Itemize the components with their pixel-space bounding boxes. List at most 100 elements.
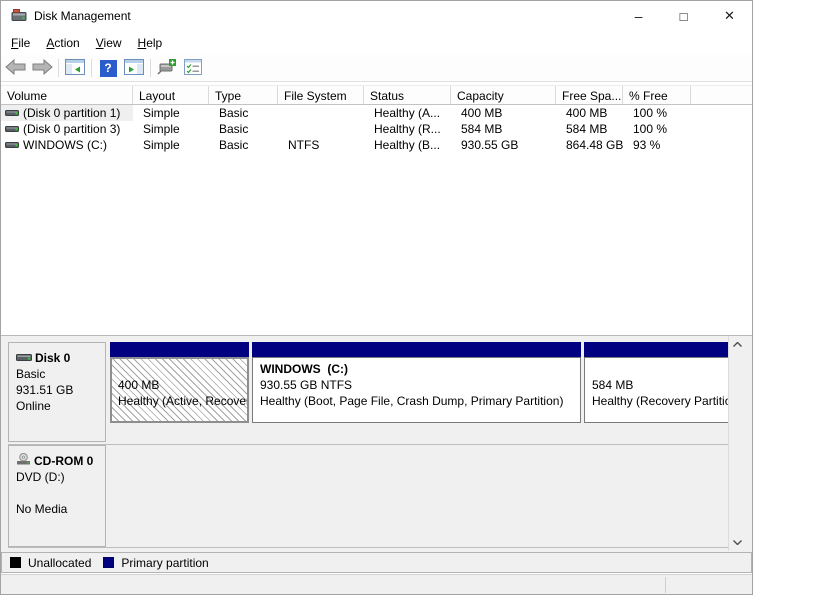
partition-size: 584 MB (592, 377, 733, 393)
vertical-scrollbar[interactable] (728, 336, 745, 551)
type-cell: Basic (209, 122, 278, 136)
column-header-percent-free[interactable]: % Free (623, 86, 691, 104)
help-button[interactable]: ? (95, 57, 121, 79)
disk-size: 931.51 GB (16, 382, 105, 398)
partition-size: 400 MB (118, 377, 247, 393)
volume-cell: (Disk 0 partition 3) (1, 121, 133, 137)
partition-health: Healthy (Recovery Partition) (592, 393, 733, 409)
toolbar-separator (150, 59, 151, 77)
graphical-view: Disk 0 Basic 931.51 GB Online 400 MB Hea… (1, 335, 752, 552)
column-header-free-space[interactable]: Free Spa... (556, 86, 623, 104)
checklist-icon (184, 59, 202, 78)
disk-row-divider (8, 547, 735, 548)
close-button[interactable]: ✕ (707, 1, 752, 31)
type-cell: Basic (209, 106, 278, 120)
partition-health: Healthy (Active, Recovery Partition) (118, 393, 247, 409)
cdrom-status: No Media (16, 501, 105, 517)
capacity-cell: 400 MB (451, 106, 556, 120)
volume-list-header: Volume Layout Type File System Status Ca… (1, 85, 752, 105)
percent-free-cell: 100 % (623, 106, 691, 120)
volume-name: (Disk 0 partition 3) (23, 122, 120, 136)
disk0-info-panel[interactable]: Disk 0 Basic 931.51 GB Online (8, 342, 106, 442)
type-cell: Basic (209, 138, 278, 152)
disk-status: Online (16, 398, 105, 414)
properties-button[interactable] (180, 57, 206, 79)
back-button[interactable] (3, 57, 29, 79)
column-header-layout[interactable]: Layout (133, 86, 209, 104)
partition-title: WINDOWS (C:) (260, 361, 580, 377)
free-space-cell: 400 MB (556, 106, 623, 120)
primary-partition-swatch (103, 557, 114, 568)
menubar: File Action View Help (1, 31, 752, 55)
partition-size: 930.55 GB NTFS (260, 377, 580, 393)
partition-block-windows-c[interactable]: WINDOWS (C:) 930.55 GB NTFS Healthy (Boo… (252, 342, 581, 423)
percent-free-cell: 93 % (623, 138, 691, 152)
primary-partition-bar (252, 342, 581, 357)
cdrom0-info-panel[interactable]: CD-ROM 0 DVD (D:) No Media (8, 445, 106, 547)
toolbar-separator (91, 59, 92, 77)
toolbar: ? (1, 55, 752, 82)
menu-help[interactable]: Help (130, 33, 171, 53)
menu-file[interactable]: File (3, 33, 38, 53)
scroll-up-arrow[interactable] (729, 336, 745, 353)
disk-icon (16, 350, 32, 366)
volume-row-disk0-partition3[interactable]: (Disk 0 partition 3) Simple Basic Health… (1, 121, 752, 137)
disk-type: Basic (16, 366, 105, 382)
partition-block-3[interactable]: 584 MB Healthy (Recovery Partition) (584, 342, 734, 423)
column-header-file-system[interactable]: File System (278, 86, 364, 104)
console-tree-icon (65, 59, 85, 78)
column-header-volume[interactable]: Volume (1, 86, 133, 104)
disk-management-window: Disk Management – □ ✕ File Action View H… (0, 0, 753, 595)
partition-title (118, 361, 247, 377)
cdrom-type: DVD (D:) (16, 469, 105, 485)
free-space-cell: 584 MB (556, 122, 623, 136)
volume-row-disk0-partition1[interactable]: (Disk 0 partition 1) Simple Basic Health… (1, 105, 752, 121)
forward-arrow-icon (31, 59, 53, 78)
legend-bar: Unallocated Primary partition (1, 552, 752, 573)
forward-button[interactable] (29, 57, 55, 79)
volume-icon (5, 122, 19, 136)
back-arrow-icon (5, 59, 27, 78)
volume-cell: WINDOWS (C:) (1, 137, 133, 153)
menu-view[interactable]: View (88, 33, 130, 53)
status-bar (1, 574, 752, 594)
volume-name: WINDOWS (C:) (23, 138, 107, 152)
cdrom-icon (16, 453, 31, 469)
maximize-button[interactable]: □ (661, 1, 706, 31)
show-action-pane-button[interactable] (121, 57, 147, 79)
volume-row-windows-c[interactable]: WINDOWS (C:) Simple Basic NTFS Healthy (… (1, 137, 752, 153)
volume-icon (5, 106, 19, 120)
free-space-cell: 864.48 GB (556, 138, 623, 152)
menu-action[interactable]: Action (38, 33, 87, 53)
partition-block-1[interactable]: 400 MB Healthy (Active, Recovery Partiti… (110, 342, 249, 423)
help-icon: ? (100, 60, 117, 77)
device-rescan-button[interactable] (154, 57, 180, 79)
file-system-cell: NTFS (278, 138, 364, 152)
disk-row-divider (8, 444, 735, 445)
show-console-tree-button[interactable] (62, 57, 88, 79)
capacity-cell: 584 MB (451, 122, 556, 136)
volume-list: Volume Layout Type File System Status Ca… (1, 83, 752, 334)
layout-cell: Simple (133, 106, 209, 120)
column-header-capacity[interactable]: Capacity (451, 86, 556, 104)
unallocated-swatch (10, 557, 21, 568)
legend-label: Unallocated (28, 556, 91, 570)
partition-health: Healthy (Boot, Page File, Crash Dump, Pr… (260, 393, 580, 409)
partition-title (592, 361, 733, 377)
legend-label: Primary partition (121, 556, 208, 570)
minimize-button[interactable]: – (616, 1, 661, 31)
titlebar[interactable]: Disk Management – □ ✕ (1, 1, 752, 31)
scroll-down-arrow[interactable] (729, 534, 745, 551)
action-pane-icon (124, 59, 144, 78)
column-header-status[interactable]: Status (364, 86, 451, 104)
status-cell: Healthy (A... (364, 106, 451, 120)
column-header-type[interactable]: Type (209, 86, 278, 104)
window-title: Disk Management (34, 9, 131, 23)
layout-cell: Simple (133, 122, 209, 136)
column-header-filler (691, 86, 752, 104)
disk-name: Disk 0 (35, 350, 70, 366)
primary-partition-bar (584, 342, 734, 357)
status-cell: Healthy (B... (364, 138, 451, 152)
volume-name: (Disk 0 partition 1) (23, 106, 120, 120)
capacity-cell: 930.55 GB (451, 138, 556, 152)
